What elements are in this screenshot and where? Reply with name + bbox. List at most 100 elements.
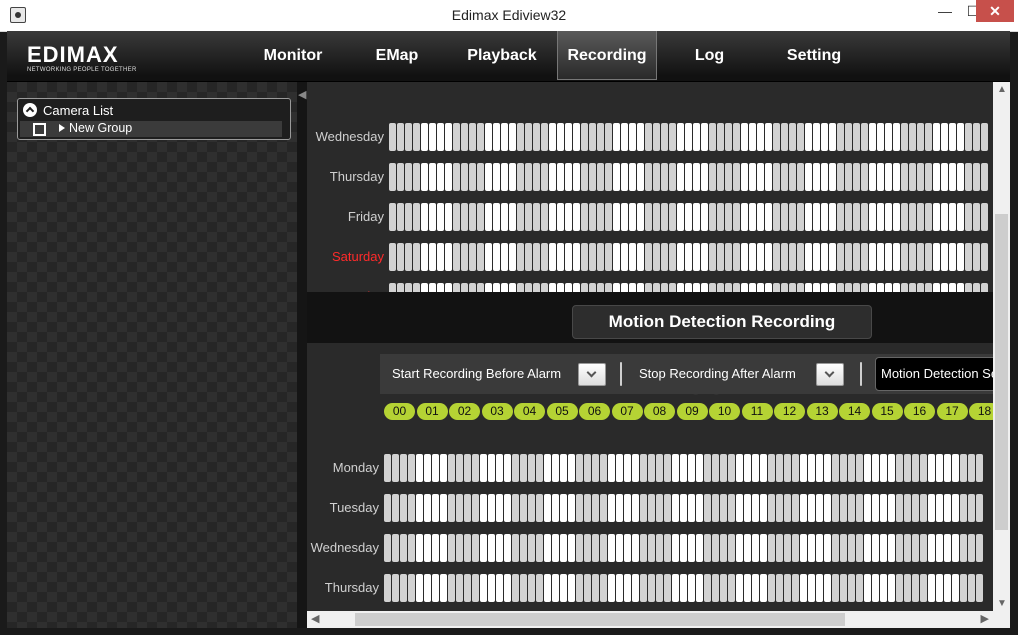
time-slot[interactable] (829, 163, 836, 191)
time-slot[interactable] (669, 243, 676, 271)
tab-playback[interactable]: Playback (457, 31, 547, 81)
time-slot[interactable] (968, 454, 975, 482)
time-slot[interactable] (653, 123, 660, 151)
time-slot[interactable] (837, 123, 844, 151)
time-slot[interactable] (885, 123, 892, 151)
time-slot[interactable] (541, 243, 548, 271)
time-slot[interactable] (944, 494, 951, 522)
time-slot[interactable] (397, 243, 404, 271)
time-slot[interactable] (648, 534, 655, 562)
time-slot[interactable] (405, 163, 412, 191)
close-button[interactable]: ✕ (976, 0, 1014, 22)
time-slot[interactable] (400, 494, 407, 522)
time-slot[interactable] (629, 163, 636, 191)
scroll-up-icon[interactable]: ▲ (997, 84, 1007, 95)
time-slot[interactable] (936, 574, 943, 602)
time-slot[interactable] (392, 574, 399, 602)
time-slot[interactable] (749, 123, 756, 151)
time-slot[interactable] (509, 203, 516, 231)
time-slot[interactable] (672, 574, 679, 602)
group-row[interactable]: New Group (20, 121, 282, 137)
time-slot[interactable] (952, 534, 959, 562)
time-slot[interactable] (485, 163, 492, 191)
time-slot[interactable] (944, 574, 951, 602)
time-slot[interactable] (845, 123, 852, 151)
time-slot[interactable] (856, 574, 863, 602)
time-slot[interactable] (848, 454, 855, 482)
time-slot[interactable] (469, 243, 476, 271)
time-slot[interactable] (720, 494, 727, 522)
time-slot[interactable] (445, 203, 452, 231)
vertical-scroll-thumb[interactable] (995, 214, 1008, 530)
time-slot[interactable] (629, 243, 636, 271)
time-slot[interactable] (944, 454, 951, 482)
time-slot[interactable] (485, 203, 492, 231)
time-slot[interactable] (792, 534, 799, 562)
time-slot[interactable] (504, 534, 511, 562)
time-slot[interactable] (496, 454, 503, 482)
time-slot[interactable] (973, 163, 980, 191)
time-slot[interactable] (392, 534, 399, 562)
time-slot[interactable] (816, 534, 823, 562)
time-slot[interactable] (749, 203, 756, 231)
time-slot[interactable] (861, 163, 868, 191)
time-slot[interactable] (912, 454, 919, 482)
time-slot[interactable] (512, 494, 519, 522)
time-slot[interactable] (752, 454, 759, 482)
time-slot[interactable] (920, 574, 927, 602)
time-slot[interactable] (424, 534, 431, 562)
time-slot[interactable] (672, 454, 679, 482)
time-slot[interactable] (624, 494, 631, 522)
time-slot[interactable] (733, 203, 740, 231)
time-slot[interactable] (816, 574, 823, 602)
time-slot[interactable] (613, 243, 620, 271)
time-slot[interactable] (496, 494, 503, 522)
time-slot[interactable] (421, 203, 428, 231)
time-slot[interactable] (981, 123, 988, 151)
time-slot[interactable] (920, 454, 927, 482)
time-slot[interactable] (949, 123, 956, 151)
time-slot[interactable] (853, 203, 860, 231)
time-slot[interactable] (525, 123, 532, 151)
time-slot[interactable] (464, 494, 471, 522)
time-slot[interactable] (957, 123, 964, 151)
time-slot[interactable] (661, 163, 668, 191)
time-slot[interactable] (573, 203, 580, 231)
time-slot[interactable] (685, 123, 692, 151)
time-slot[interactable] (821, 203, 828, 231)
time-slot[interactable] (469, 163, 476, 191)
time-slot[interactable] (925, 243, 932, 271)
time-slot[interactable] (901, 203, 908, 231)
time-slot[interactable] (888, 454, 895, 482)
time-slot[interactable] (936, 454, 943, 482)
time-slot[interactable] (568, 494, 575, 522)
time-slot[interactable] (704, 534, 711, 562)
time-slot[interactable] (824, 534, 831, 562)
time-slot[interactable] (424, 494, 431, 522)
time-slot[interactable] (536, 494, 543, 522)
time-slot[interactable] (509, 163, 516, 191)
time-slot[interactable] (768, 454, 775, 482)
time-slot[interactable] (501, 123, 508, 151)
time-slot[interactable] (789, 203, 796, 231)
time-slot[interactable] (528, 454, 535, 482)
time-slot[interactable] (693, 163, 700, 191)
time-slot[interactable] (485, 123, 492, 151)
time-slot[interactable] (744, 494, 751, 522)
time-slot[interactable] (440, 494, 447, 522)
time-slot[interactable] (845, 243, 852, 271)
time-slot[interactable] (717, 203, 724, 231)
time-slot[interactable] (552, 494, 559, 522)
time-slot[interactable] (725, 123, 732, 151)
time-slot[interactable] (680, 454, 687, 482)
time-slot[interactable] (709, 243, 716, 271)
group-checkbox[interactable] (33, 123, 46, 136)
time-slot[interactable] (437, 163, 444, 191)
time-slot[interactable] (480, 574, 487, 602)
time-slot[interactable] (584, 574, 591, 602)
time-slot[interactable] (485, 243, 492, 271)
time-slot[interactable] (917, 123, 924, 151)
time-slot[interactable] (957, 243, 964, 271)
time-slot[interactable] (392, 454, 399, 482)
time-slot[interactable] (501, 163, 508, 191)
